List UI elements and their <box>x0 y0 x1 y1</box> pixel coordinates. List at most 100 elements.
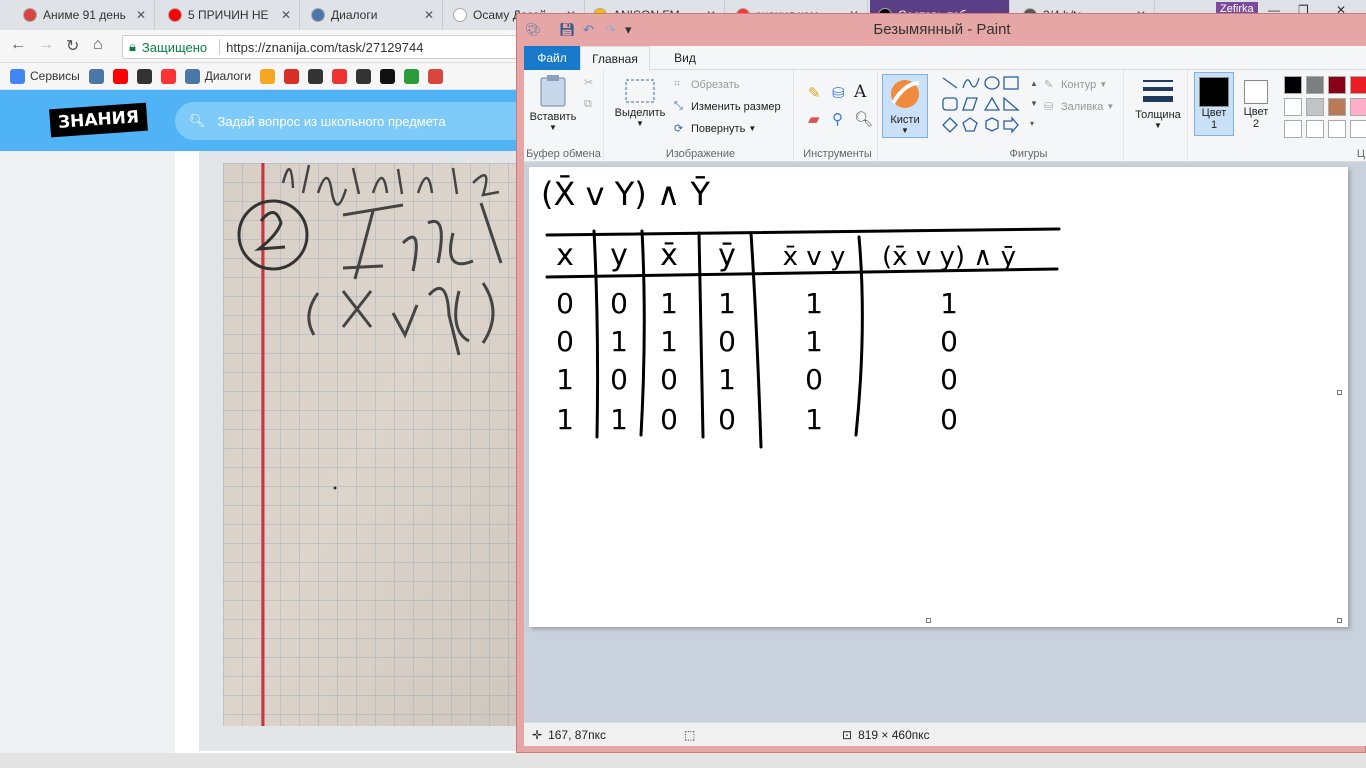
paint-title: Безымянный - Paint <box>873 21 1011 38</box>
bookmark-item[interactable] <box>160 68 176 84</box>
table-cell: 1 <box>718 287 736 320</box>
palette-swatch[interactable] <box>1306 120 1324 138</box>
palette-swatch[interactable] <box>1350 98 1366 116</box>
palette-swatch[interactable] <box>1284 98 1302 116</box>
drawing-canvas[interactable]: (X̄ v Y) ∧ Ȳ x y x̄ ȳ x̄ v y (x̄ v y) ∧ ȳ 001… <box>529 167 1348 627</box>
shapes-gallery[interactable] <box>940 74 1034 136</box>
back-icon[interactable]: ← <box>10 36 26 54</box>
rotate-button[interactable]: ⟳ Повернуть ▼ <box>674 122 756 136</box>
table-cell: 1 <box>610 403 628 436</box>
outline-icon: ✎ <box>1044 79 1054 91</box>
size-label: Толщина <box>1135 109 1181 121</box>
close-tab-icon[interactable]: ✕ <box>281 8 291 22</box>
browser-tab[interactable]: 5 ПРИЧИН НЕ ✕ <box>160 0 300 30</box>
color-picker-icon[interactable]: ⚲ <box>832 110 843 128</box>
bookmark-item[interactable]: Диалоги <box>184 68 252 84</box>
url-input[interactable]: 🔒︎ Защищено https://znanija.com/task/271… <box>122 35 522 59</box>
palette-swatch[interactable] <box>1328 76 1346 94</box>
search-icon: 🔍︎ <box>189 113 206 128</box>
color1-button[interactable]: Цвет 1 <box>1194 72 1234 136</box>
color2-label: Цвет <box>1243 106 1269 118</box>
bookmark-icon <box>404 68 420 84</box>
select-button[interactable]: Выделить ▼ <box>612 78 668 128</box>
cursor-position-text: 167, 87пкс <box>548 728 606 742</box>
size-button[interactable]: Толщина ▼ <box>1132 76 1184 130</box>
znanija-search-input[interactable]: 🔍︎ Задай вопрос из школьного предмета <box>175 102 520 140</box>
outline-button[interactable]: ✎ Контур ▼ <box>1044 78 1107 92</box>
palette-swatch[interactable] <box>1306 76 1324 94</box>
bookmark-item[interactable] <box>284 68 300 84</box>
brush-icon <box>891 80 920 108</box>
palette-swatch[interactable] <box>1284 76 1302 94</box>
eraser-icon[interactable]: ▰ <box>808 110 820 128</box>
resize-handle-right[interactable] <box>1337 390 1342 395</box>
cut-icon[interactable]: ✂ <box>584 76 593 89</box>
color2-button[interactable]: Цвет 2 <box>1236 72 1276 136</box>
mail-icon <box>260 68 276 84</box>
fill-button[interactable]: ⛁ Заливка ▼ <box>1044 100 1114 114</box>
vk-icon <box>88 68 104 84</box>
fill-bucket-icon[interactable]: ⛁ <box>832 84 845 102</box>
palette-swatch[interactable] <box>1350 76 1366 94</box>
znanija-logo[interactable]: ЗНАНИЯ <box>49 102 148 138</box>
table-cell: 1 <box>805 325 823 358</box>
forward-icon[interactable]: → <box>38 36 54 54</box>
tab-home[interactable]: Главная <box>580 46 650 71</box>
table-header-cell: (x̄ v y) ∧ ȳ <box>882 242 1016 272</box>
close-tab-icon[interactable]: ✕ <box>136 8 146 22</box>
copy-icon[interactable]: ⧉ <box>584 98 592 111</box>
chevron-down-icon: ▼ <box>901 126 909 135</box>
crop-button[interactable]: ⌗ Обрезать <box>674 78 740 91</box>
table-header-cell: x <box>556 238 574 273</box>
clipboard-group-name: Буфер обмена <box>526 148 601 160</box>
bookmark-item[interactable]: Сервисы <box>10 68 80 84</box>
palette-swatch[interactable] <box>1350 120 1366 138</box>
url-separator <box>219 39 221 55</box>
bookmark-item[interactable] <box>88 68 104 84</box>
table-cell: 1 <box>660 325 678 358</box>
bookmark-item[interactable] <box>356 68 372 84</box>
browser-tab[interactable]: Диалоги ✕ <box>303 0 443 30</box>
shapes-group: ▲ ▼ ▾ ✎ Контур ▼ ⛁ Заливка ▼ Фигуры <box>934 70 1124 162</box>
resize-button[interactable]: ⤡ Изменить размер <box>674 100 781 113</box>
bookmark-label: Диалоги <box>204 69 252 83</box>
pencil-icon[interactable]: ✎ <box>808 84 821 102</box>
fill-icon: ⛁ <box>1044 101 1054 113</box>
resize-handle-corner[interactable] <box>1337 618 1342 623</box>
palette-swatch[interactable] <box>1306 98 1324 116</box>
bookmark-item[interactable] <box>404 68 420 84</box>
bookmark-item[interactable] <box>260 68 276 84</box>
palette-swatch[interactable] <box>1328 120 1346 138</box>
reload-icon[interactable]: ↻ <box>66 36 79 56</box>
table-cell: 0 <box>718 403 736 436</box>
select-icon <box>625 79 655 103</box>
text-tool-icon[interactable]: A <box>854 82 866 102</box>
table-cell: 0 <box>805 363 823 396</box>
resize-handle-bottom[interactable] <box>926 618 931 623</box>
tab-view[interactable]: Вид <box>660 46 710 70</box>
table-cell: 1 <box>556 403 574 436</box>
table-cell: 1 <box>718 363 736 396</box>
bookmark-item[interactable] <box>380 68 396 84</box>
bookmark-item[interactable] <box>332 68 348 84</box>
magnifier-icon[interactable]: 🔍︎ <box>854 110 873 128</box>
anime-icon <box>23 8 37 22</box>
paste-button[interactable]: Вставить ▼ <box>528 74 578 132</box>
browser-tab-title: Диалоги <box>331 8 378 22</box>
bookmark-item[interactable] <box>136 68 152 84</box>
table-rule-line <box>854 235 864 437</box>
bookmark-item[interactable] <box>112 68 128 84</box>
brushes-button[interactable]: Кисти ▼ <box>882 74 928 138</box>
shapes-scroll[interactable]: ▲ ▼ ▾ <box>1030 74 1038 134</box>
brushes-label: Кисти <box>890 114 920 126</box>
secure-label: Защищено <box>141 39 208 55</box>
close-tab-icon[interactable]: ✕ <box>424 8 434 22</box>
browser-tab[interactable]: Аниме 91 день ✕ <box>15 0 155 30</box>
tab-file[interactable]: Файл <box>524 46 580 70</box>
palette-swatch[interactable] <box>1328 98 1346 116</box>
bookmark-item[interactable] <box>308 68 324 84</box>
palette-swatch[interactable] <box>1284 120 1302 138</box>
notebook-photo[interactable] <box>223 163 520 726</box>
bookmark-item[interactable] <box>428 68 444 84</box>
home-icon[interactable]: ⌂ <box>93 36 103 54</box>
